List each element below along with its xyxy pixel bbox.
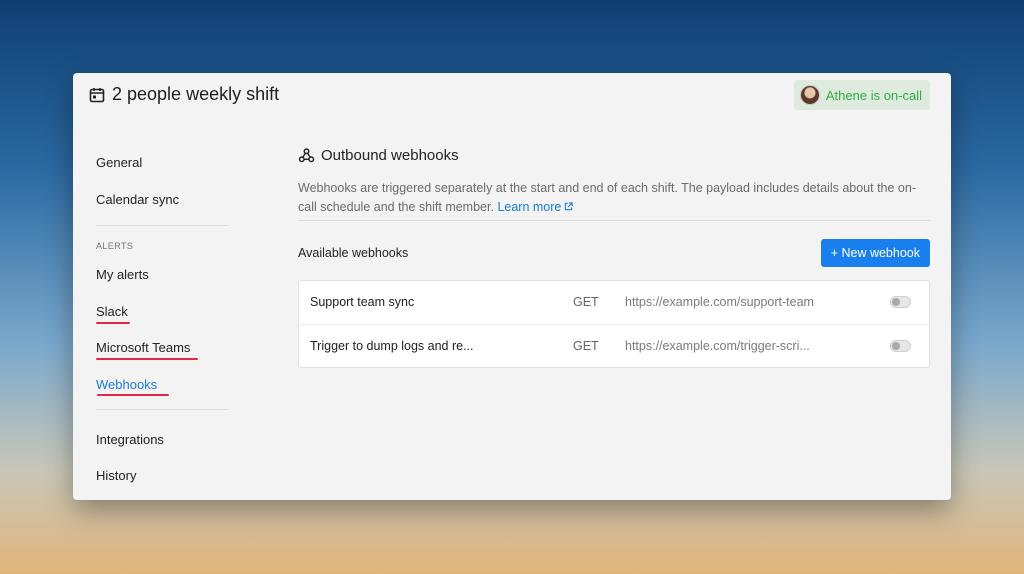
sidebar-section-alerts: ALERTS [96, 241, 134, 251]
available-webhooks-label: Available webhooks [298, 246, 409, 260]
sidebar-item-integrations[interactable]: Integrations [96, 432, 164, 447]
learn-more-link[interactable]: Learn more [497, 200, 574, 214]
sidebar-item-calendar-sync[interactable]: Calendar sync [96, 192, 179, 207]
external-link-icon [565, 202, 574, 211]
learn-more-label: Learn more [497, 200, 562, 214]
table-row[interactable]: Trigger to dump logs and re... GET https… [299, 324, 929, 368]
webhook-url: https://example.com/trigger-scri... [625, 339, 810, 353]
table-row[interactable]: Support team sync GET https://example.co… [299, 281, 929, 324]
sidebar-divider [96, 225, 228, 226]
webhook-name: Trigger to dump logs and re... [310, 339, 474, 353]
sidebar-item-webhooks[interactable]: Webhooks [96, 377, 157, 392]
oncall-badge[interactable]: Athene is on-call [793, 80, 930, 110]
section-description: Webhooks are triggered separately at the… [298, 179, 930, 217]
microsoft-teams-underline [96, 358, 198, 360]
webhooks-underline [97, 394, 169, 396]
webhook-icon [298, 148, 315, 163]
webhook-enable-toggle[interactable] [890, 340, 911, 352]
sidebar-item-microsoft-teams[interactable]: Microsoft Teams [96, 340, 190, 355]
slack-underline [96, 322, 130, 324]
sidebar-divider [96, 409, 228, 410]
new-webhook-button[interactable]: + New webhook [820, 239, 930, 267]
webhook-enable-toggle[interactable] [890, 296, 911, 308]
description-text: Webhooks are triggered separately at the… [298, 181, 916, 214]
section-heading-text: Outbound webhooks [321, 147, 459, 164]
webhook-url: https://example.com/support-team [625, 295, 814, 309]
settings-window: 2 people weekly shift Athene is on-call … [73, 73, 951, 500]
sidebar-item-my-alerts[interactable]: My alerts [96, 267, 149, 282]
webhook-name: Support team sync [310, 295, 415, 309]
webhook-method: GET [573, 295, 599, 309]
section-heading: Outbound webhooks [298, 147, 459, 164]
sidebar-item-general[interactable]: General [96, 155, 142, 170]
page-title: 2 people weekly shift [112, 84, 280, 104]
sidebar-item-history[interactable]: History [96, 468, 136, 483]
oncall-text: Athene is on-call [825, 87, 922, 103]
webhook-method: GET [573, 339, 599, 353]
webhooks-table: Support team sync GET https://example.co… [298, 280, 930, 368]
calendar-icon [89, 88, 105, 103]
sidebar-item-slack[interactable]: Slack [96, 304, 128, 319]
avatar [799, 85, 820, 105]
section-divider [298, 220, 930, 221]
